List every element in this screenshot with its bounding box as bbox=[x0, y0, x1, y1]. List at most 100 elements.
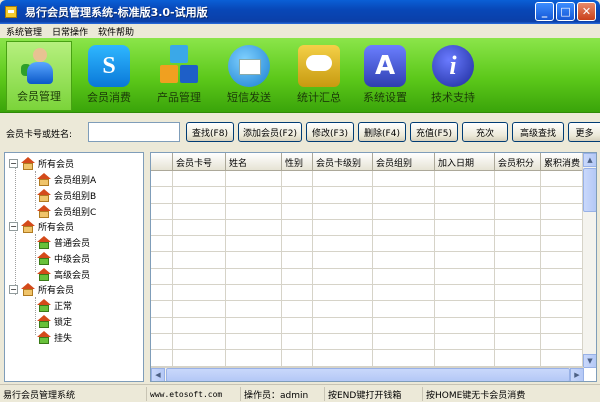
member-grid[interactable]: 会员卡号 姓名 性别 会员卡级别 会员组别 加入日期 会员积分 累积消费 ▲ ▼… bbox=[150, 152, 597, 382]
table-cell[interactable] bbox=[173, 187, 226, 203]
table-cell[interactable] bbox=[541, 301, 584, 317]
table-cell[interactable] bbox=[226, 203, 282, 219]
toolbar-product-management[interactable]: 产品管理 bbox=[146, 41, 212, 111]
tree-item-lost[interactable]: 挂失 bbox=[37, 330, 72, 345]
table-cell[interactable] bbox=[313, 301, 373, 317]
advanced-search-button[interactable]: 高级查找 bbox=[512, 122, 564, 142]
scroll-right-icon[interactable]: ▶ bbox=[570, 368, 584, 381]
table-cell[interactable] bbox=[373, 350, 435, 366]
table-cell[interactable] bbox=[435, 317, 495, 333]
table-cell[interactable] bbox=[495, 301, 541, 317]
table-cell[interactable] bbox=[435, 285, 495, 301]
tree-group-all-members-3[interactable]: − 所有会员 bbox=[9, 282, 74, 297]
table-row[interactable] bbox=[151, 317, 584, 334]
table-cell[interactable] bbox=[495, 171, 541, 187]
table-cell[interactable] bbox=[373, 268, 435, 285]
table-row[interactable] bbox=[151, 203, 584, 220]
table-cell[interactable] bbox=[151, 187, 173, 203]
table-cell[interactable] bbox=[541, 333, 584, 350]
table-cell[interactable] bbox=[282, 317, 313, 333]
table-row[interactable] bbox=[151, 236, 584, 253]
table-cell[interactable] bbox=[151, 203, 173, 219]
table-cell[interactable] bbox=[435, 187, 495, 203]
table-cell[interactable] bbox=[495, 350, 541, 366]
tree-item-normal[interactable]: 正常 bbox=[37, 298, 72, 313]
grid-header-total-spend[interactable]: 累积消费 bbox=[541, 153, 584, 171]
table-cell[interactable] bbox=[313, 219, 373, 236]
table-cell[interactable] bbox=[435, 171, 495, 187]
table-cell[interactable] bbox=[313, 350, 373, 366]
table-cell[interactable] bbox=[313, 285, 373, 301]
table-cell[interactable] bbox=[313, 333, 373, 350]
tree-item-intermediate[interactable]: 中级会员 bbox=[37, 251, 90, 266]
grid-header-select[interactable] bbox=[151, 153, 173, 171]
table-cell[interactable] bbox=[173, 236, 226, 252]
table-cell[interactable] bbox=[435, 301, 495, 317]
table-cell[interactable] bbox=[282, 252, 313, 268]
table-cell[interactable] bbox=[226, 187, 282, 203]
tree-group-all-members-1[interactable]: − 所有会员 bbox=[9, 156, 74, 171]
grid-header-card-level[interactable]: 会员卡级别 bbox=[313, 153, 373, 171]
table-cell[interactable] bbox=[313, 268, 373, 285]
table-cell[interactable] bbox=[173, 350, 226, 366]
tree-item-senior[interactable]: 高级会员 bbox=[37, 267, 90, 282]
grid-header-gender[interactable]: 性别 bbox=[282, 153, 313, 171]
table-cell[interactable] bbox=[151, 236, 173, 252]
more-button[interactable]: 更多 bbox=[568, 122, 600, 142]
table-cell[interactable] bbox=[151, 171, 173, 187]
find-button[interactable]: 查找(F8) bbox=[186, 122, 234, 142]
table-cell[interactable] bbox=[435, 350, 495, 366]
table-cell[interactable] bbox=[435, 236, 495, 252]
table-cell[interactable] bbox=[541, 317, 584, 333]
tree-group-all-members-2[interactable]: − 所有会员 bbox=[9, 219, 74, 234]
table-cell[interactable] bbox=[373, 285, 435, 301]
table-cell[interactable] bbox=[151, 333, 173, 350]
table-cell[interactable] bbox=[495, 187, 541, 203]
table-cell[interactable] bbox=[282, 203, 313, 219]
tree-item-locked[interactable]: 锁定 bbox=[37, 314, 72, 329]
table-cell[interactable] bbox=[226, 285, 282, 301]
table-cell[interactable] bbox=[282, 236, 313, 252]
tree-item-group-a[interactable]: 会员组别A bbox=[37, 172, 96, 187]
table-cell[interactable] bbox=[226, 252, 282, 268]
horizontal-scrollbar[interactable]: ◀ ▶ bbox=[151, 367, 584, 381]
table-cell[interactable] bbox=[173, 285, 226, 301]
table-cell[interactable] bbox=[435, 203, 495, 219]
table-cell[interactable] bbox=[541, 171, 584, 187]
grid-header-card-no[interactable]: 会员卡号 bbox=[173, 153, 226, 171]
table-cell[interactable] bbox=[373, 171, 435, 187]
scroll-up-icon[interactable]: ▲ bbox=[583, 153, 596, 167]
table-cell[interactable] bbox=[226, 171, 282, 187]
menu-system[interactable]: 系统管理 bbox=[2, 25, 46, 38]
toolbar-tech-support[interactable]: i 技术支持 bbox=[420, 41, 486, 111]
table-cell[interactable] bbox=[151, 219, 173, 236]
table-row[interactable] bbox=[151, 285, 584, 302]
table-cell[interactable] bbox=[541, 252, 584, 268]
table-cell[interactable] bbox=[541, 268, 584, 285]
table-cell[interactable] bbox=[282, 171, 313, 187]
table-cell[interactable] bbox=[373, 203, 435, 219]
table-cell[interactable] bbox=[373, 219, 435, 236]
table-cell[interactable] bbox=[435, 219, 495, 236]
grid-header-name[interactable]: 姓名 bbox=[226, 153, 282, 171]
table-cell[interactable] bbox=[151, 252, 173, 268]
table-row[interactable] bbox=[151, 333, 584, 351]
table-cell[interactable] bbox=[226, 350, 282, 366]
table-cell[interactable] bbox=[226, 236, 282, 252]
member-tree[interactable]: − 所有会员 会员组别A 会员组别B 会员组别C − 所有会员 普通会员 中级会… bbox=[4, 152, 144, 382]
table-row[interactable] bbox=[151, 171, 584, 188]
table-cell[interactable] bbox=[151, 317, 173, 333]
table-row[interactable] bbox=[151, 268, 584, 286]
table-cell[interactable] bbox=[541, 285, 584, 301]
minimize-button[interactable]: _ bbox=[535, 2, 554, 21]
add-member-button[interactable]: 添加会员(F2) bbox=[238, 122, 302, 142]
grid-header-points[interactable]: 会员积分 bbox=[495, 153, 541, 171]
table-cell[interactable] bbox=[173, 268, 226, 285]
table-cell[interactable] bbox=[173, 333, 226, 350]
table-cell[interactable] bbox=[173, 171, 226, 187]
tree-item-regular[interactable]: 普通会员 bbox=[37, 235, 90, 250]
menu-help[interactable]: 软件帮助 bbox=[94, 25, 138, 38]
table-cell[interactable] bbox=[495, 203, 541, 219]
delete-button[interactable]: 删除(F4) bbox=[358, 122, 406, 142]
vertical-scrollbar[interactable]: ▲ ▼ bbox=[582, 153, 596, 368]
